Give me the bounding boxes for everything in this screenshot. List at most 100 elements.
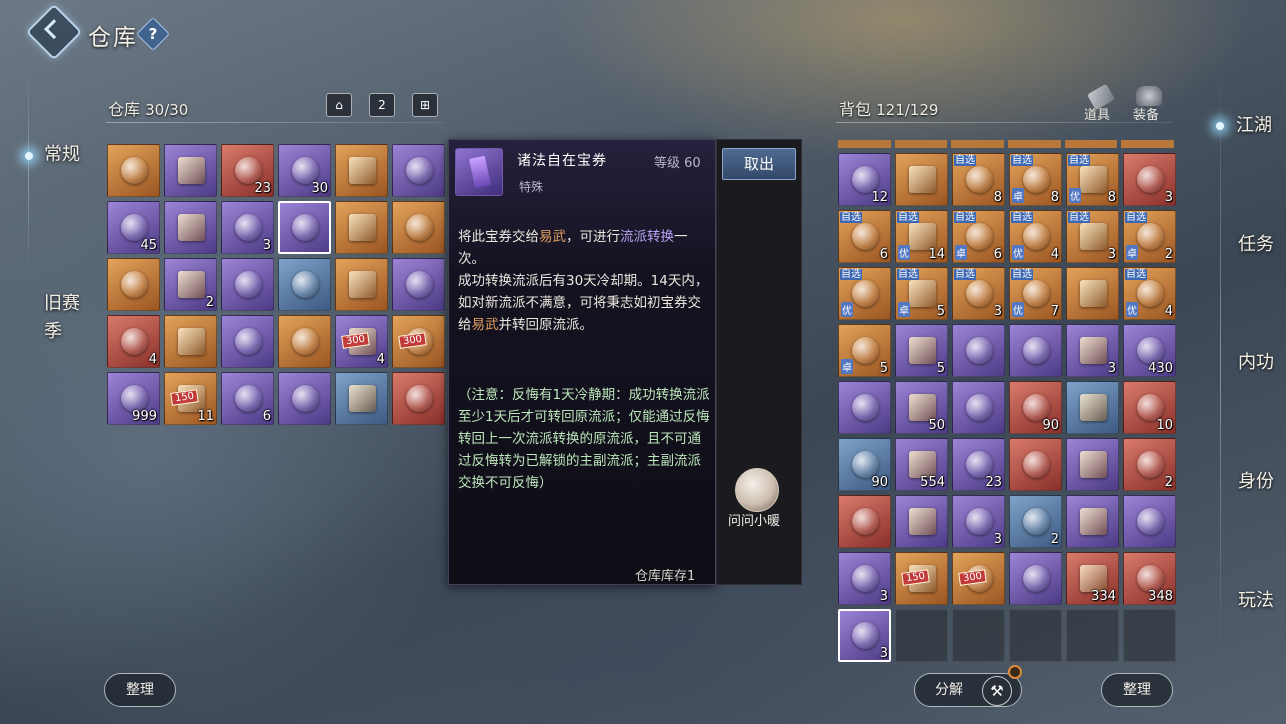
item-slot[interactable] (335, 372, 388, 425)
item-slot[interactable] (164, 201, 217, 254)
item-slot[interactable] (335, 144, 388, 197)
item-slot[interactable] (1009, 324, 1062, 377)
item-slot[interactable] (164, 144, 217, 197)
item-slot[interactable]: 自选卓 6 (952, 210, 1005, 263)
backpack-sort-button[interactable]: 整理 (1101, 673, 1173, 707)
item-slot[interactable]: 自选优 4 (1009, 210, 1062, 263)
item-slot[interactable]: 430 (1123, 324, 1176, 377)
item-slot[interactable] (895, 153, 948, 206)
item-slot[interactable] (278, 372, 331, 425)
item-slot[interactable]: 300 (392, 315, 445, 368)
item-icon (1080, 565, 1107, 592)
nav-tab-jianghu[interactable]: 江湖 (1236, 112, 1272, 140)
item-slot[interactable]: 4 (107, 315, 160, 368)
item-slot[interactable] (1009, 552, 1062, 605)
item-slot[interactable] (392, 144, 445, 197)
item-slot[interactable] (952, 324, 1005, 377)
item-slot[interactable] (1066, 495, 1119, 548)
help-icon[interactable]: ? (136, 17, 170, 51)
item-slot[interactable]: 3 (221, 201, 274, 254)
item-slot[interactable] (392, 372, 445, 425)
item-slot[interactable]: 45 (107, 201, 160, 254)
item-slot[interactable] (278, 258, 331, 311)
item-slot[interactable]: 自选优 7 (1009, 267, 1062, 320)
item-slot[interactable]: 3 (1066, 324, 1119, 377)
item-slot[interactable]: 自选 6 (838, 210, 891, 263)
nav-tab-old-season[interactable]: 旧赛季 (44, 290, 84, 346)
item-slot[interactable]: 150 11 (164, 372, 217, 425)
item-slot[interactable]: 2 (1009, 495, 1062, 548)
item-slot[interactable]: 自选卓 5 (895, 267, 948, 320)
nav-tab-regular[interactable]: 常规 (44, 141, 80, 169)
item-slot[interactable]: 348 (1123, 552, 1176, 605)
item-slot[interactable] (278, 201, 331, 254)
item-slot[interactable] (1066, 267, 1119, 320)
item-slot[interactable]: 23 (221, 144, 274, 197)
item-slot[interactable]: 334 (1066, 552, 1119, 605)
item-slot[interactable]: 50 (895, 381, 948, 434)
item-slot[interactable]: 90 (838, 438, 891, 491)
item-slot[interactable]: 自选 3 (952, 267, 1005, 320)
tab-items[interactable]: 道具 (1084, 104, 1110, 123)
item-slot[interactable] (392, 258, 445, 311)
backpack-grid[interactable]: 12 自选 8 自选卓 8 自选优 8 3 自选 6 自选优 14 自选卓 6 自选优 4 自选 3 自选卓 2 自选优… (838, 153, 1176, 662)
item-slot[interactable] (164, 315, 217, 368)
chest-icon[interactable]: ⌂ (326, 93, 352, 117)
item-slot[interactable] (107, 258, 160, 311)
item-slot[interactable] (838, 495, 891, 548)
ask-xiaonuan-button[interactable]: 问问小暖 (728, 510, 780, 529)
item-slot[interactable]: 3 (1123, 153, 1176, 206)
item-slot[interactable]: 2 (164, 258, 217, 311)
item-slot[interactable]: 3 (952, 495, 1005, 548)
item-slot[interactable] (335, 258, 388, 311)
item-slot[interactable] (392, 201, 445, 254)
item-slot[interactable]: 300 4 (335, 315, 388, 368)
item-slot[interactable] (1066, 381, 1119, 434)
item-slot[interactable]: 卓5 (838, 324, 891, 377)
nav-tab-identity[interactable]: 身份 (1238, 468, 1274, 496)
item-slot[interactable] (838, 381, 891, 434)
take-out-button[interactable]: 取出 (722, 148, 796, 180)
item-slot[interactable]: 6 (221, 372, 274, 425)
page-two-button[interactable]: 2 (369, 93, 395, 117)
item-slot[interactable]: 10 (1123, 381, 1176, 434)
item-slot[interactable]: 150 (895, 552, 948, 605)
grid-icon[interactable]: ⊞ (412, 93, 438, 117)
nav-tab-gameplay[interactable]: 玩法 (1238, 587, 1274, 615)
item-slot[interactable] (1009, 438, 1062, 491)
item-slot[interactable]: 5 (895, 324, 948, 377)
item-slot[interactable]: 999 (107, 372, 160, 425)
item-slot[interactable]: 300 (952, 552, 1005, 605)
item-slot[interactable]: 自选卓 8 (1009, 153, 1062, 206)
nav-tab-neigong[interactable]: 内功 (1238, 349, 1274, 377)
item-slot[interactable]: 自选优 14 (895, 210, 948, 263)
item-slot[interactable]: 554 (895, 438, 948, 491)
tab-equipment[interactable]: 装备 (1133, 104, 1159, 123)
item-slot[interactable]: 3 (838, 552, 891, 605)
item-slot[interactable]: 90 (1009, 381, 1062, 434)
back-emblem-icon[interactable] (25, 3, 83, 61)
item-slot[interactable]: 自选优 (838, 267, 891, 320)
item-slot[interactable] (335, 201, 388, 254)
item-slot[interactable]: 3 (838, 609, 891, 662)
item-slot[interactable]: 23 (952, 438, 1005, 491)
item-slot[interactable] (107, 144, 160, 197)
item-slot[interactable]: 自选优 8 (1066, 153, 1119, 206)
xiaonuan-avatar-icon[interactable] (735, 468, 779, 512)
nav-tab-tasks[interactable]: 任务 (1238, 231, 1274, 259)
item-slot[interactable] (221, 258, 274, 311)
item-slot[interactable] (1066, 438, 1119, 491)
item-slot[interactable] (278, 315, 331, 368)
item-slot[interactable]: 自选优 4 (1123, 267, 1176, 320)
item-slot[interactable]: 30 (278, 144, 331, 197)
item-slot[interactable]: 12 (838, 153, 891, 206)
item-slot[interactable] (895, 495, 948, 548)
item-slot[interactable]: 自选 8 (952, 153, 1005, 206)
item-slot[interactable] (221, 315, 274, 368)
item-slot[interactable] (952, 381, 1005, 434)
item-slot[interactable]: 自选卓 2 (1123, 210, 1176, 263)
item-slot[interactable] (1123, 495, 1176, 548)
item-slot[interactable]: 2 (1123, 438, 1176, 491)
item-slot[interactable]: 自选 3 (1066, 210, 1119, 263)
warehouse-sort-button[interactable]: 整理 (104, 673, 176, 707)
